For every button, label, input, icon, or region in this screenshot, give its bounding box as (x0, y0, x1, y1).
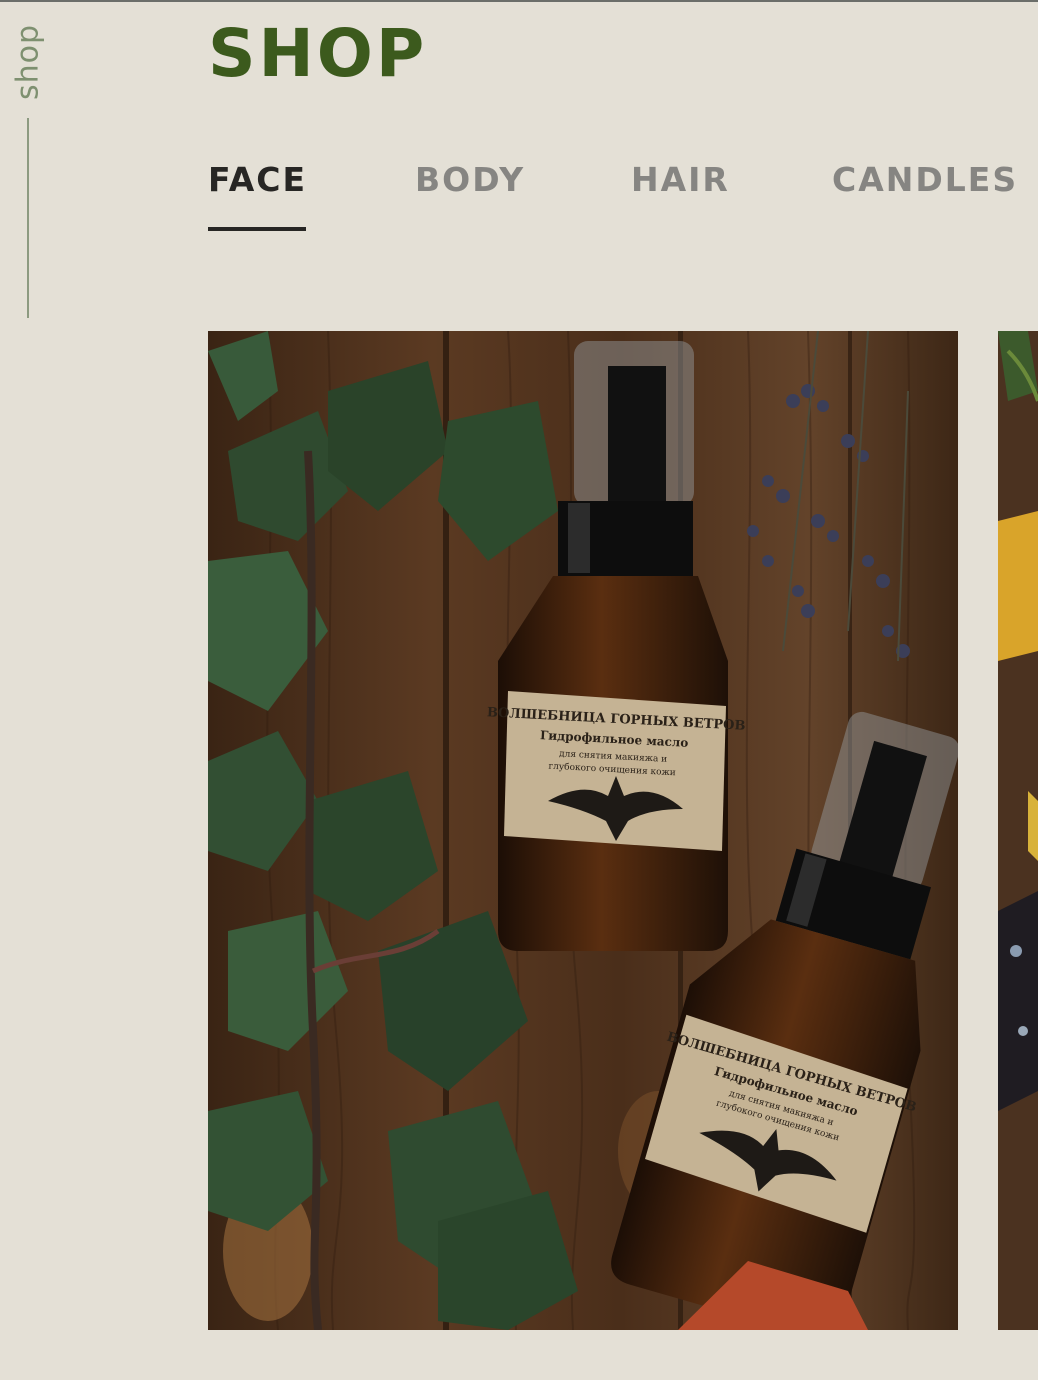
product-card-image[interactable]: ВОЛШЕБНИЦА ГОРНЫХ ВЕТРОВ Гидрофильное ма… (208, 331, 958, 1330)
tab-body[interactable]: BODY (415, 158, 525, 202)
page-title: SHOP (208, 15, 428, 92)
active-tab-indicator (208, 227, 306, 231)
top-border (0, 0, 1038, 2)
tab-face[interactable]: FACE (208, 158, 307, 202)
next-product-card-image[interactable] (998, 331, 1038, 1330)
product-photo: ВОЛШЕБНИЦА ГОРНЫХ ВЕТРОВ Гидрофильное ма… (208, 331, 958, 1330)
tab-hair[interactable]: HAIR (631, 158, 730, 202)
next-product-photo (998, 331, 1038, 1330)
category-tabs: FACE BODY HAIR CANDLES (0, 158, 1038, 238)
sidebar-label[interactable]: shop (11, 24, 46, 100)
tab-candles[interactable]: CANDLES (832, 158, 1018, 202)
